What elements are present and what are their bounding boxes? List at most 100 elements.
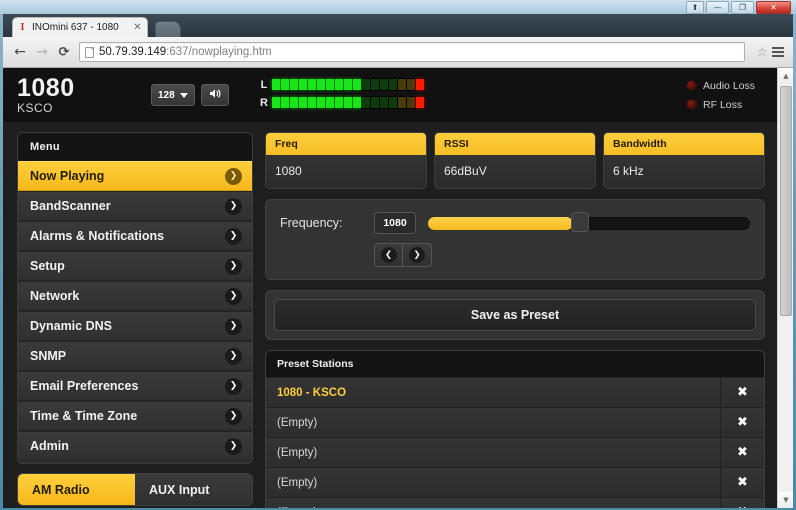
meter-segment <box>344 79 352 90</box>
meter-segment <box>353 79 361 90</box>
window-close-button[interactable]: ✕ <box>756 1 791 14</box>
preset-row[interactable]: 1080 - KSCO✖ <box>266 377 764 407</box>
bitrate-value: 128 <box>158 90 175 101</box>
frequency-slider[interactable] <box>428 215 750 231</box>
bookmark-star-icon[interactable]: ☆ <box>755 46 769 58</box>
status-card-header: Freq <box>266 133 426 155</box>
sidebar-item-label: Email Preferences <box>30 379 225 393</box>
chevron-right-icon: ❯ <box>225 228 242 245</box>
window-restore-top-button[interactable]: ⬆ <box>686 1 704 14</box>
page-scrollbar[interactable]: ▲ ▼ <box>777 68 793 508</box>
sidebar-item-bandscanner[interactable]: BandScanner❯ <box>18 191 252 221</box>
frequency-prev-button[interactable]: ❮ <box>374 243 403 267</box>
preset-stations-list: 1080 - KSCO✖(Empty)✖(Empty)✖(Empty)✖(Emp… <box>266 377 764 508</box>
status-card-header: RSSI <box>435 133 595 155</box>
input-tab-label: AUX Input <box>149 483 209 497</box>
preset-row[interactable]: (Empty)✖ <box>266 467 764 497</box>
delete-icon[interactable]: ✖ <box>720 378 764 407</box>
chevron-left-icon: ❮ <box>381 247 397 263</box>
chevron-down-icon <box>180 93 188 98</box>
slider-thumb[interactable] <box>571 212 589 232</box>
window-frame: ⬆ — ❐ ✕ I INOmini 637 - 1080 ✕ ← → ⟳ 50.… <box>0 0 796 510</box>
alarm-audio-loss: Audio Loss <box>687 80 755 92</box>
meter-segment <box>416 79 424 90</box>
meter-track-right <box>271 96 425 109</box>
meter-segment <box>308 79 316 90</box>
meter-segment <box>362 97 370 108</box>
sidebar-item-label: Admin <box>30 439 225 453</box>
volume-button[interactable] <box>201 84 229 106</box>
sidebar-item-email-preferences[interactable]: Email Preferences❯ <box>18 371 252 401</box>
input-tab-aux-input[interactable]: AUX Input <box>135 474 252 505</box>
preset-row[interactable]: (Empty)✖ <box>266 407 764 437</box>
preset-row[interactable]: (Empty)✖ <box>266 437 764 467</box>
meter-segment <box>362 79 370 90</box>
meter-segment <box>344 97 352 108</box>
meter-segment <box>308 97 316 108</box>
input-tab-am-radio[interactable]: AM Radio <box>18 474 135 505</box>
window-controls: ⬆ — ❐ ✕ <box>686 1 791 14</box>
input-tab-label: AM Radio <box>32 483 90 497</box>
browser-tab[interactable]: I INOmini 637 - 1080 ✕ <box>12 17 148 37</box>
sidebar-item-network[interactable]: Network❯ <box>18 281 252 311</box>
slider-fill <box>428 217 573 230</box>
alarm-rf-loss: RF Loss <box>687 99 755 111</box>
page-content: Menu Now Playing❯BandScanner❯Alarms & No… <box>3 122 777 508</box>
delete-icon[interactable]: ✖ <box>720 498 764 508</box>
sidebar-item-label: Dynamic DNS <box>30 319 225 333</box>
led-icon <box>687 100 696 109</box>
window-titlebar: ⬆ — ❐ ✕ <box>0 0 796 14</box>
window-maximize-button[interactable]: ❐ <box>731 1 754 14</box>
chevron-right-icon: ❯ <box>409 247 425 263</box>
alarm-label: RF Loss <box>703 99 742 111</box>
sidebar-item-dynamic-dns[interactable]: Dynamic DNS❯ <box>18 311 252 341</box>
browser-tabstrip: I INOmini 637 - 1080 ✕ <box>3 14 793 37</box>
delete-icon[interactable]: ✖ <box>720 468 764 497</box>
back-icon[interactable]: ← <box>9 41 31 63</box>
browser-tab-title: INOmini 637 - 1080 <box>32 22 132 33</box>
sidebar-item-snmp[interactable]: SNMP❯ <box>18 341 252 371</box>
chevron-right-icon: ❯ <box>225 438 242 455</box>
window-minimize-button[interactable]: — <box>706 1 729 14</box>
save-preset-button[interactable]: Save as Preset <box>274 299 756 331</box>
meter-segment <box>317 97 325 108</box>
status-cards: Freq1080RSSI66dBuVBandwidth6 kHz <box>265 132 765 189</box>
meter-segment <box>326 97 334 108</box>
chevron-right-icon: ❯ <box>225 318 242 335</box>
sidebar-item-setup[interactable]: Setup❯ <box>18 251 252 281</box>
new-tab-button[interactable] <box>155 21 181 37</box>
scroll-up-icon[interactable]: ▲ <box>778 68 793 84</box>
preset-row[interactable]: (Empty)✖ <box>266 497 764 508</box>
delete-icon[interactable]: ✖ <box>720 438 764 467</box>
frequency-label: Frequency: <box>280 216 362 230</box>
meter-segment <box>407 97 415 108</box>
scroll-down-icon[interactable]: ▼ <box>778 492 793 508</box>
bitrate-select[interactable]: 128 <box>151 84 195 106</box>
reload-icon[interactable]: ⟳ <box>53 41 75 63</box>
sidebar-item-time-time-zone[interactable]: Time & Time Zone❯ <box>18 401 252 431</box>
meter-segment <box>398 79 406 90</box>
forward-icon[interactable]: → <box>31 41 53 63</box>
status-card-bandwidth: Bandwidth6 kHz <box>603 132 765 189</box>
scrollbar-thumb[interactable] <box>780 86 792 316</box>
hamburger-menu-icon[interactable] <box>769 42 787 62</box>
address-bar[interactable]: 50.79.39.149:637/nowplaying.htm <box>79 42 745 62</box>
close-icon[interactable]: ✕ <box>132 22 143 33</box>
sidebar-item-alarms-notifications[interactable]: Alarms & Notifications❯ <box>18 221 252 251</box>
sidebar-item-admin[interactable]: Admin❯ <box>18 431 252 461</box>
station-brand: 1080 KSCO <box>13 75 133 115</box>
page-viewport: 1080 KSCO 128 <box>3 68 793 508</box>
preset-name: (Empty) <box>266 477 720 489</box>
frequency-next-button[interactable]: ❯ <box>403 243 432 267</box>
meter-label-right: R <box>257 97 271 109</box>
sidebar-item-now-playing[interactable]: Now Playing❯ <box>18 161 252 191</box>
delete-icon[interactable]: ✖ <box>720 408 764 437</box>
chevron-right-icon: ❯ <box>225 408 242 425</box>
preset-name: (Empty) <box>266 447 720 459</box>
frequency-value-box[interactable]: 1080 <box>374 212 416 234</box>
sidebar-item-label: BandScanner <box>30 199 225 213</box>
page-icon <box>85 47 94 58</box>
meter-segment <box>416 97 424 108</box>
alarm-label: Audio Loss <box>703 80 755 92</box>
input-source-tabs: AM Radio AUX Input <box>17 473 253 506</box>
